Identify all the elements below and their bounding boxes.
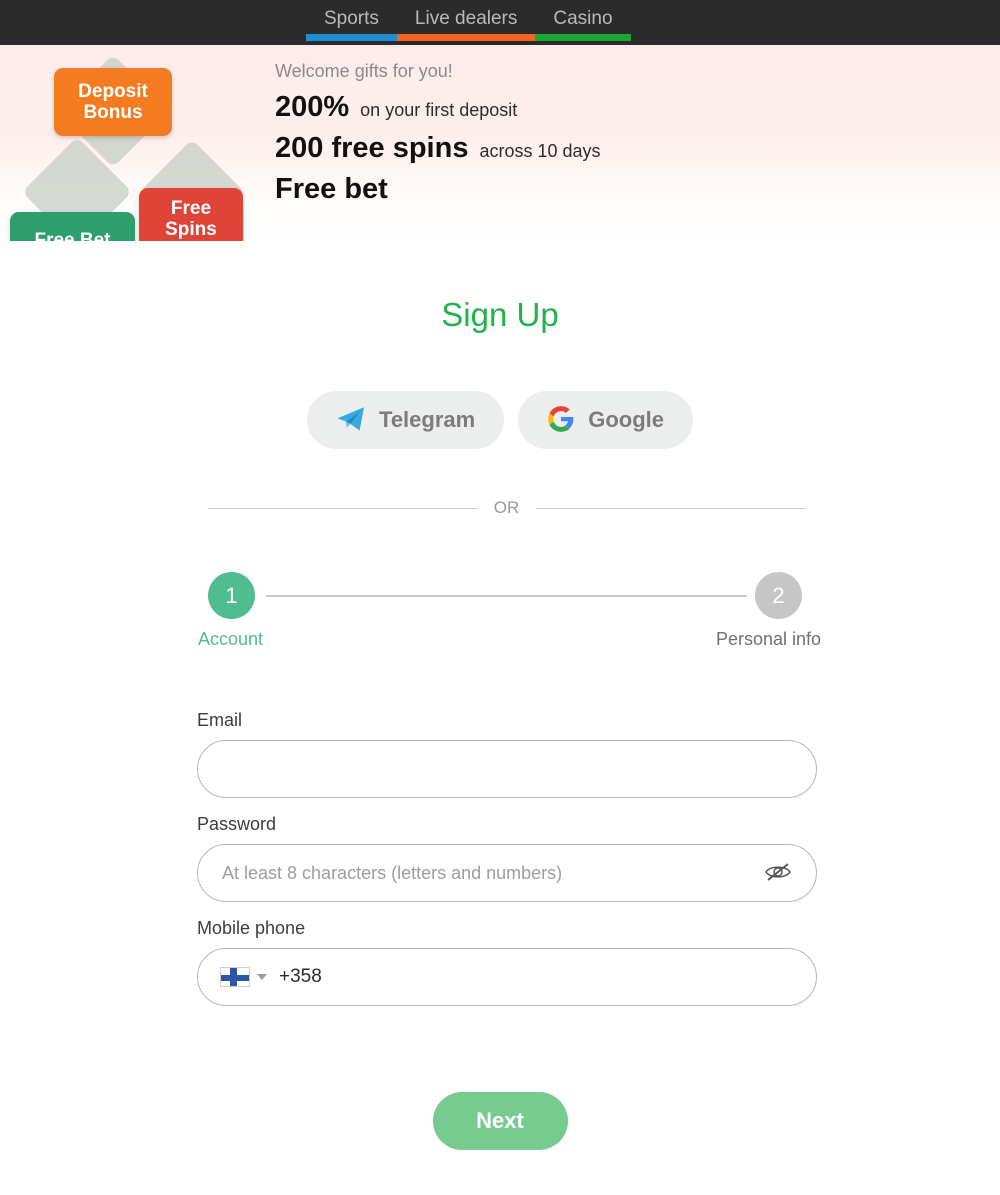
nav-tab-live-dealers-label: Live dealers — [414, 8, 518, 29]
chevron-down-icon — [257, 974, 267, 980]
phone-input-shell[interactable]: +358 — [197, 948, 817, 1006]
free-spins-chip: Free Spins — [139, 188, 243, 241]
promo-text-block: Welcome gifts for you! 200% on your firs… — [275, 61, 601, 214]
phone-input[interactable] — [321, 949, 816, 1005]
stepper-step-personal-info-label: Personal info — [716, 629, 822, 649]
stepper-step-account-circle: 1 — [208, 572, 255, 619]
divider-label: OR — [493, 498, 520, 517]
nav-tab-casino-underline — [535, 34, 631, 41]
promo-offer-freebet-amount: Free bet — [275, 173, 388, 205]
password-field-group: Password — [197, 814, 817, 902]
google-login-button[interactable]: Google — [518, 391, 693, 449]
email-field-label: Email — [197, 710, 243, 730]
email-field-group: Email — [197, 710, 817, 798]
stepper-step-account-label: Account — [198, 629, 264, 649]
promo-offer-freebet: Free bet — [275, 173, 601, 206]
email-input-shell[interactable] — [197, 740, 817, 798]
finland-flag-icon — [220, 967, 250, 987]
email-input[interactable] — [198, 741, 816, 797]
phone-field-group: Mobile phone +358 — [197, 918, 817, 1006]
free-bet-chip: Free Bet — [10, 212, 135, 241]
password-input[interactable] — [198, 845, 816, 901]
free-spins-line2: Spins — [165, 219, 217, 240]
nav-tab-list: Sports Live dealers Casino — [306, 0, 631, 45]
deposit-bonus-line2: Bonus — [83, 102, 143, 123]
phone-field-label: Mobile phone — [197, 918, 306, 938]
social-login-row: Telegram Google — [0, 391, 1000, 449]
promo-welcome-text: Welcome gifts for you! — [275, 61, 453, 81]
google-login-label: Google — [588, 407, 664, 432]
welcome-promo-banner: Deposit Bonus Free Spins Free Bet Welcom… — [0, 45, 1000, 241]
promo-badge-group: Deposit Bonus Free Spins Free Bet — [0, 45, 260, 241]
signup-form: Email Password At least 8 characters (le… — [197, 710, 817, 1022]
next-button[interactable]: Next — [432, 1092, 568, 1150]
telegram-icon — [336, 406, 366, 435]
deposit-bonus-line1: Deposit — [78, 80, 148, 102]
promo-offer-deposit-desc: on your first deposit — [360, 100, 518, 120]
promo-offer-deposit: 200% on your first deposit — [275, 91, 601, 124]
promo-offer-deposit-amount: 200% — [275, 91, 350, 123]
flag-vertical-bar — [230, 968, 237, 986]
free-spins-line1: Free — [170, 197, 212, 219]
form-actions-row: Next — [0, 1092, 1000, 1150]
password-input-shell[interactable] — [197, 844, 817, 902]
or-divider: OR — [208, 498, 805, 518]
country-code-selector[interactable]: +358 — [198, 966, 322, 988]
google-icon — [547, 405, 575, 436]
stepper-step-personal-info[interactable]: 2 Personal info — [716, 572, 821, 649]
telegram-login-button[interactable]: Telegram — [307, 391, 505, 449]
deposit-bonus-chip: Deposit Bonus — [54, 68, 172, 136]
free-bet-badge: Free Bet — [10, 136, 142, 241]
signup-page: Sports Live dealers Casino Deposit Bonus — [0, 0, 1000, 1195]
stepper-step-account[interactable]: 1 Account — [198, 572, 263, 649]
promo-offer-spins: 200 free spins across 10 days — [275, 132, 601, 165]
stepper-step-personal-info-circle: 2 — [755, 572, 802, 619]
country-dial-code: +358 — [279, 966, 322, 987]
password-field-label: Password — [197, 814, 277, 834]
nav-tab-sports-label: Sports — [324, 8, 379, 29]
divider-line-right — [536, 507, 805, 509]
nav-tab-live-dealers[interactable]: Live dealers — [396, 0, 536, 45]
eye-slash-icon — [764, 861, 792, 886]
stepper-track — [266, 595, 747, 597]
promo-offer-spins-desc: across 10 days — [479, 141, 601, 161]
nav-tab-casino-label: Casino — [553, 8, 613, 29]
top-navigation-bar: Sports Live dealers Casino — [0, 0, 1000, 45]
nav-tab-casino[interactable]: Casino — [535, 0, 631, 45]
telegram-login-label: Telegram — [379, 407, 476, 432]
divider-line-left — [208, 507, 477, 509]
page-title: Sign Up — [441, 296, 559, 333]
free-spins-badge: Free Spins — [132, 139, 248, 241]
nav-tab-sports-underline — [306, 34, 397, 41]
nav-tab-sports[interactable]: Sports — [306, 0, 397, 45]
password-visibility-toggle-button[interactable] — [762, 860, 794, 886]
free-bet-line1: Free Bet — [34, 230, 111, 241]
nav-tab-live-dealers-underline — [396, 34, 536, 41]
signup-stepper: 1 Account 2 Personal info — [198, 572, 821, 662]
promo-offer-spins-amount: 200 free spins — [275, 132, 469, 164]
